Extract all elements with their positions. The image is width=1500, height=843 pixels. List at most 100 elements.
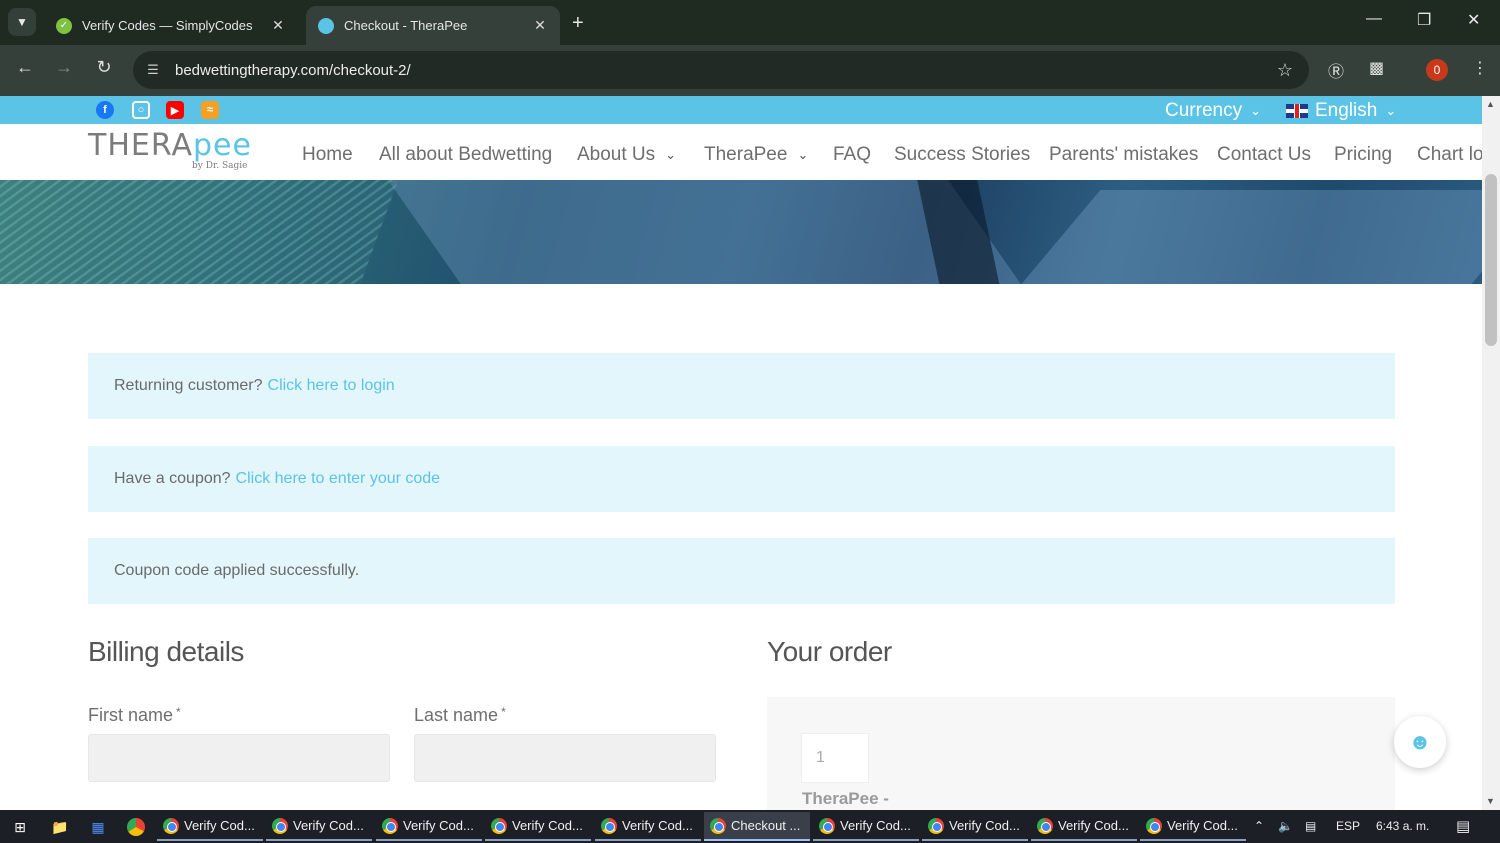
chrome-icon (491, 817, 507, 834)
returning-customer-notice: Returning customer? Click here to login (88, 353, 1395, 419)
last-name-field[interactable] (414, 734, 716, 782)
chevron-down-icon: ⌄ (665, 147, 677, 162)
last-name-label: Last name * (414, 705, 506, 725)
currency-selector[interactable]: Currency ⌄ (1165, 100, 1261, 122)
currency-label: Currency (1165, 100, 1243, 121)
chrome-icon (1037, 817, 1053, 834)
taskbar-task[interactable]: Verify Cod... (157, 812, 263, 841)
tab-checkout[interactable]: Checkout - TheraPee ✕ (306, 6, 560, 45)
top-info-strip: f ○ ▶ ≈ Currency ⌄ English ⌄ (0, 96, 1482, 124)
taskbar-task[interactable]: Verify Cod... (266, 812, 372, 841)
scrollbar-thumb[interactable] (1485, 174, 1497, 346)
extensions-puzzle-icon[interactable]: ▩ (1369, 58, 1384, 78)
taskbar-task[interactable]: Verify Cod... (376, 812, 482, 841)
instagram-icon[interactable]: ○ (132, 101, 150, 119)
tray-overflow-icon[interactable]: ⌃ (1254, 819, 1264, 833)
chevron-down-icon: ⌄ (797, 147, 809, 162)
reload-icon[interactable]: ↻ (91, 57, 117, 78)
taskbar-task[interactable]: Verify Cod... (1140, 812, 1246, 841)
logo-subtitle: by Dr. Sagie (192, 161, 248, 171)
close-tab-icon[interactable]: ✕ (270, 17, 286, 34)
facebook-icon[interactable]: f (96, 101, 114, 119)
page-scrollbar[interactable]: ▲ ▼ (1482, 96, 1500, 810)
store-icon[interactable]: ▦ (88, 817, 108, 837)
chatbot-button[interactable]: ☻ (1394, 716, 1446, 768)
therapee-favicon-icon (318, 17, 334, 34)
chrome-icon (1146, 817, 1162, 834)
nav-faq[interactable]: FAQ (833, 144, 871, 166)
taskbar-task[interactable]: Verify Cod... (813, 812, 919, 841)
chevron-down-icon: ▼ (16, 15, 28, 29)
nav-therapee[interactable]: TheraPee ⌄ (704, 144, 808, 166)
network-icon[interactable]: ▤ (1305, 819, 1316, 833)
input-language[interactable]: ESP (1336, 819, 1360, 833)
coupon-applied-message: Coupon code applied successfully. (88, 538, 1395, 604)
site-info-icon[interactable]: ☰ (143, 60, 163, 80)
chevron-down-icon: ⌄ (1250, 103, 1261, 118)
notifications-icon[interactable]: ▤ (1456, 817, 1470, 835)
therapee-logo[interactable]: THERApee by Dr. Sagie (88, 128, 252, 172)
web-page: f ○ ▶ ≈ Currency ⌄ English ⌄ THERApee by… (0, 96, 1482, 810)
close-tab-icon[interactable]: ✕ (532, 17, 548, 34)
language-selector[interactable]: English ⌄ (1286, 100, 1396, 122)
extension-w-icon[interactable]: Ⓡ (1328, 58, 1344, 82)
nav-parents-mistakes[interactable]: Parents' mistakes (1049, 144, 1198, 166)
coupon-applied-text: Coupon code applied successfully. (114, 562, 360, 579)
tab-search-button[interactable]: ▼ (8, 8, 36, 36)
new-tab-icon[interactable]: + (572, 12, 584, 35)
chrome-icon (928, 817, 944, 834)
taskbar-task[interactable]: Verify Cod... (1031, 812, 1137, 841)
browser-toolbar: ← → ↻ ☰ bedwettingtherapy.com/checkout-2… (0, 45, 1500, 96)
coupon-text: Have a coupon? (114, 470, 231, 487)
scroll-down-icon[interactable]: ▼ (1486, 796, 1495, 806)
tab-verify-codes[interactable]: ✓ Verify Codes — SimplyCodes ✕ (44, 6, 298, 45)
taskbar-task[interactable]: Verify Cod... (595, 812, 701, 841)
chevron-down-icon: ⌄ (1385, 103, 1397, 118)
returning-customer-text: Returning customer? (114, 377, 263, 394)
taskbar-task[interactable]: Verify Cod... (485, 812, 591, 841)
bookmark-star-icon[interactable]: ☆ (1277, 60, 1293, 81)
taskbar-task[interactable]: Verify Cod... (922, 812, 1028, 841)
nav-home[interactable]: Home (302, 144, 353, 166)
youtube-icon[interactable]: ▶ (166, 101, 184, 119)
chrome-icon (163, 817, 179, 834)
hero-banner-image (0, 180, 1482, 284)
login-link[interactable]: Click here to login (268, 377, 395, 395)
rss-icon[interactable]: ≈ (201, 101, 219, 119)
uk-flag-icon (1286, 104, 1308, 118)
chrome-icon[interactable] (126, 817, 146, 837)
nav-about-us[interactable]: About Us ⌄ (577, 144, 676, 166)
restore-icon[interactable]: ❐ (1417, 10, 1431, 30)
first-name-field[interactable] (88, 734, 390, 782)
windows-start-icon[interactable]: ⊞ (10, 817, 30, 837)
url-text[interactable]: bedwettingtherapy.com/checkout-2/ (175, 62, 411, 79)
billing-details-heading: Billing details (88, 636, 244, 667)
profile-avatar[interactable]: 0 (1426, 59, 1448, 81)
chrome-icon (272, 817, 288, 834)
minimize-icon[interactable]: — (1366, 10, 1382, 28)
volume-icon[interactable]: 🔈 (1278, 819, 1293, 833)
nav-all-about-bedwetting[interactable]: All about Bedwetting (379, 144, 552, 166)
file-explorer-icon[interactable]: 📁 (50, 817, 70, 837)
site-header: THERApee by Dr. Sagie Home All about Bed… (0, 124, 1482, 180)
address-bar[interactable]: ☰ bedwettingtherapy.com/checkout-2/ ☆ (133, 51, 1309, 89)
tab-title: Verify Codes — SimplyCodes (82, 18, 253, 33)
close-window-icon[interactable]: ✕ (1467, 10, 1480, 30)
quantity-field[interactable]: 1 (801, 733, 869, 783)
scroll-up-icon[interactable]: ▲ (1486, 99, 1495, 109)
back-icon[interactable]: ← (12, 57, 38, 78)
clock[interactable]: 6:43 a. m. (1376, 819, 1429, 833)
forward-icon[interactable]: → (51, 57, 77, 78)
nav-contact-us[interactable]: Contact Us (1217, 144, 1311, 166)
windows-taskbar: ⊞ 📁 ▦ Verify Cod... Verify Cod... Verify… (0, 810, 1500, 843)
logo-text: THERApee (88, 128, 252, 163)
nav-pricing[interactable]: Pricing (1334, 144, 1392, 166)
order-summary: 1 TheraPee - (767, 697, 1395, 810)
nav-success-stories[interactable]: Success Stories (894, 144, 1030, 166)
taskbar-task-active[interactable]: Checkout ... (704, 812, 810, 841)
more-menu-icon[interactable]: ⋮ (1472, 58, 1488, 78)
nav-chart[interactable]: Chart lo (1417, 144, 1482, 166)
enter-coupon-link[interactable]: Click here to enter your code (236, 470, 441, 488)
language-label: English (1315, 100, 1378, 121)
tab-title: Checkout - TheraPee (344, 18, 468, 33)
